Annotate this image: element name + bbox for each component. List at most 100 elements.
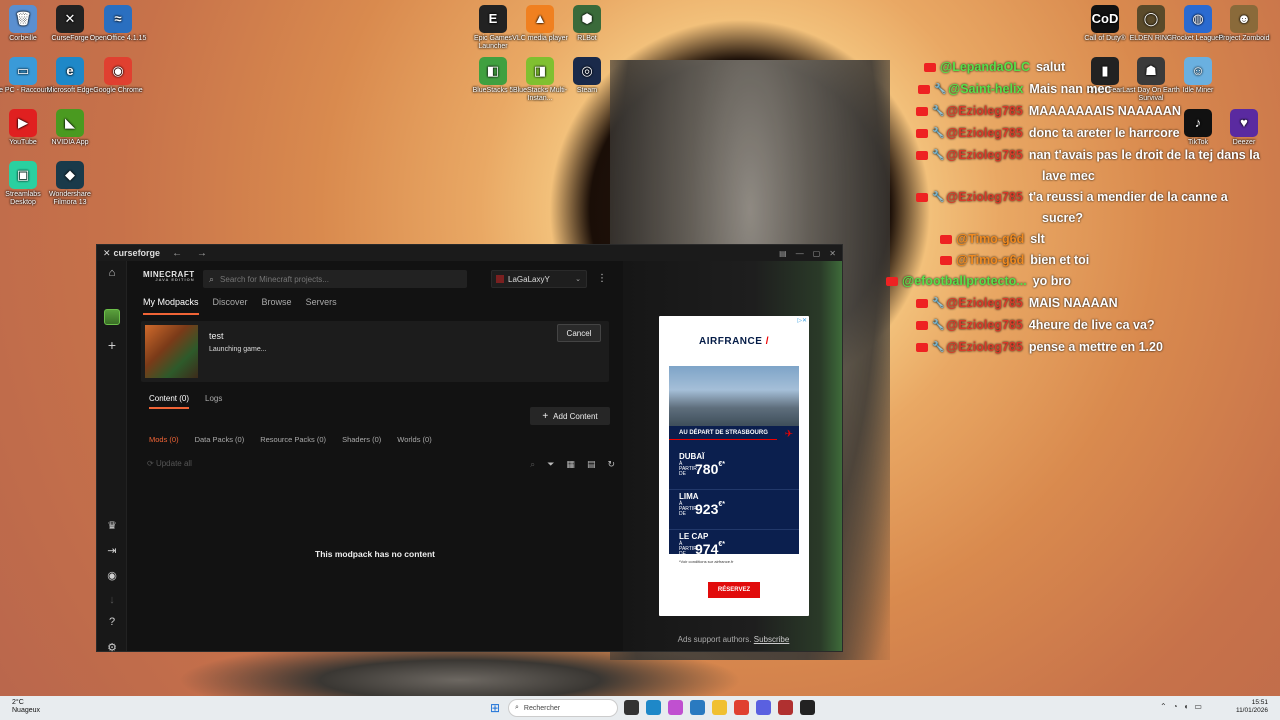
content-toolbar: ⟳ Update all ⌕ ⏷ ▦ ▤ ↻ (147, 459, 615, 473)
filter-tab[interactable]: Mods (0) (149, 435, 179, 444)
desktop-icon-label: OpenOffice 4.1.15 (89, 35, 147, 42)
list-view-icon[interactable]: ▤ (587, 459, 596, 470)
modpack-card[interactable]: test Launching game... Cancel (141, 321, 609, 382)
taskbar-search[interactable]: ⌕ Rechercher (508, 699, 618, 717)
filter-tab[interactable]: Resource Packs (0) (260, 435, 326, 444)
desktop-icon[interactable]: ☺ Idle Miner (1168, 57, 1228, 95)
desktop-icon[interactable]: ≈ OpenOffice 4.1.15 (88, 5, 148, 43)
modpack-name: test (209, 331, 224, 341)
search-input[interactable] (220, 274, 451, 284)
curseforge-taskbar-icon[interactable] (800, 700, 815, 715)
moderator-wrench-icon: 🔧 (934, 84, 947, 96)
desktop-icon[interactable]: ◆ Wondershare Filmora 13 (40, 161, 100, 206)
desktop-icon-label: Project Zomboid (1218, 35, 1270, 42)
search-icon[interactable]: ⌕ (530, 459, 535, 470)
discord-icon[interactable]: ◉ (97, 569, 127, 582)
desktop-icon[interactable]: ♥ Deezer (1214, 109, 1274, 147)
youtube-icon (918, 85, 930, 95)
moderator-wrench-icon: 🔧 (932, 128, 945, 140)
profile-selector[interactable]: LaGaLaxyY ⌄ (491, 270, 587, 288)
tab-servers[interactable]: Servers (306, 297, 349, 315)
ad-departure: AU DÉPART DE STRASBOURG (679, 430, 768, 436)
login-icon[interactable]: ⇥ (97, 544, 127, 557)
tab-my-modpacks[interactable]: My Modpacks (143, 297, 199, 315)
filter-tab[interactable]: Worlds (0) (397, 435, 431, 444)
add-game-icon[interactable]: + (97, 337, 127, 353)
plane-icon: ✈ (784, 429, 793, 440)
app-icon: ◣ (56, 109, 84, 137)
home-icon[interactable]: ⌂ (97, 267, 127, 279)
chrome-taskbar-icon[interactable] (734, 700, 749, 715)
profile-name: LaGaLaxyY (508, 274, 550, 284)
snap-layout-icon[interactable]: ▤ (779, 249, 787, 258)
update-all-button[interactable]: ⟳ Update all (147, 459, 192, 468)
taskbar-clock[interactable]: 15:51 11/01/2026 (1236, 699, 1268, 715)
cancel-button[interactable]: Cancel (557, 324, 601, 342)
filter-icon[interactable]: ⏷ (547, 459, 554, 470)
file-explorer-icon[interactable] (712, 700, 727, 715)
premium-crown-icon[interactable]: ♛ (97, 519, 127, 532)
chat-text: MAIS NAAAAN (1028, 296, 1118, 310)
settings-gear-icon[interactable]: ⚙ (97, 641, 127, 654)
task-view-icon[interactable] (624, 700, 639, 715)
desktop-icon[interactable]: ◉ Google Chrome (88, 57, 148, 95)
obs-taskbar-icon[interactable] (778, 700, 793, 715)
subtab[interactable]: Logs (205, 394, 222, 409)
minimize-icon[interactable]: — (796, 249, 804, 258)
maximize-icon[interactable]: ▢ (813, 249, 821, 258)
subscribe-link[interactable]: Subscribe (754, 635, 790, 644)
ad-support-label: Ads support authors. (677, 635, 752, 644)
desktop-icon[interactable]: ⬢ RLBot (557, 5, 617, 43)
tab-discover[interactable]: Discover (213, 297, 260, 315)
network-icon[interactable]: ◔ (1173, 702, 1178, 711)
app-icon: ⬢ (573, 5, 601, 33)
chat-username: @Ezioleg785 (946, 148, 1023, 162)
ad-city-photo (669, 366, 799, 426)
windows-start-icon[interactable]: ⊞ (490, 702, 502, 714)
moderator-wrench-icon: 🔧 (932, 106, 945, 118)
close-icon[interactable]: ✕ (829, 249, 836, 258)
refresh-icon[interactable]: ↻ (607, 459, 615, 470)
nav-arrows[interactable]: ← → (172, 248, 213, 259)
weather-widget[interactable]: 2°C Nuageux (12, 699, 40, 716)
desktop-icon[interactable]: ◣ NVIDIA App (40, 109, 100, 147)
battery-icon[interactable]: ▭ (1194, 702, 1202, 711)
edge-taskbar-icon[interactable] (646, 700, 661, 715)
clock-time: 15:51 (1251, 699, 1268, 706)
chat-message: 🔧 @Saint-helix Mais nan mec (918, 82, 1111, 96)
chevron-up-icon[interactable]: ⌃ (1160, 702, 1167, 711)
tab-browse[interactable]: Browse (262, 297, 304, 315)
desktop-icon[interactable]: ◎ Steam (557, 57, 617, 95)
grid-view-icon[interactable]: ▦ (566, 459, 575, 470)
discord-taskbar-icon[interactable] (756, 700, 771, 715)
chat-text: MAAAAAAAIS NAAAAAN (1028, 104, 1181, 118)
airfrance-ad[interactable]: ▷✕ AIRFRANCE / AU DÉPART DE STRASBOURG ✈… (659, 316, 809, 616)
subtab[interactable]: Content (0) (149, 394, 190, 409)
help-icon[interactable]: ? (97, 616, 127, 628)
app-icon: ☻ (1230, 5, 1258, 33)
desktop-icon[interactable]: ☻ Project Zomboid (1214, 5, 1274, 43)
download-icon[interactable]: ↓ (97, 594, 127, 606)
chat-message: 🔧 @Ezioleg785 4heure de live ca va? (916, 318, 1155, 332)
volume-icon[interactable]: ◖ (1184, 702, 1189, 711)
chat-username: @Ezioleg785 (946, 190, 1023, 204)
filter-tab[interactable]: Shaders (0) (342, 435, 381, 444)
profile-avatar (496, 275, 504, 283)
reserve-button[interactable]: RÉSERVEZ (708, 582, 760, 598)
app-icon: ♪ (1184, 109, 1212, 137)
desktop-icon-label: Idle Miner (1182, 87, 1214, 94)
search-box[interactable]: ⌕ (203, 270, 467, 288)
chat-message: 🔧 @Ezioleg785 MAAAAAAAIS NAAAAAN (916, 104, 1181, 118)
youtube-icon (916, 129, 928, 139)
store-icon[interactable] (690, 700, 705, 715)
add-content-button[interactable]: + Add Content (530, 407, 610, 425)
adchoices-icon[interactable]: ▷✕ (797, 317, 807, 324)
chevron-down-icon: ⌄ (575, 276, 581, 283)
minecraft-game-icon[interactable] (104, 309, 120, 325)
youtube-icon (916, 193, 928, 203)
moderator-wrench-icon: 🔧 (932, 192, 945, 204)
filter-tab[interactable]: Data Packs (0) (195, 435, 245, 444)
more-options-icon[interactable]: ⋮ (597, 273, 607, 284)
price-prefix: À PARTIR DE (679, 500, 697, 517)
copilot-icon[interactable] (668, 700, 683, 715)
